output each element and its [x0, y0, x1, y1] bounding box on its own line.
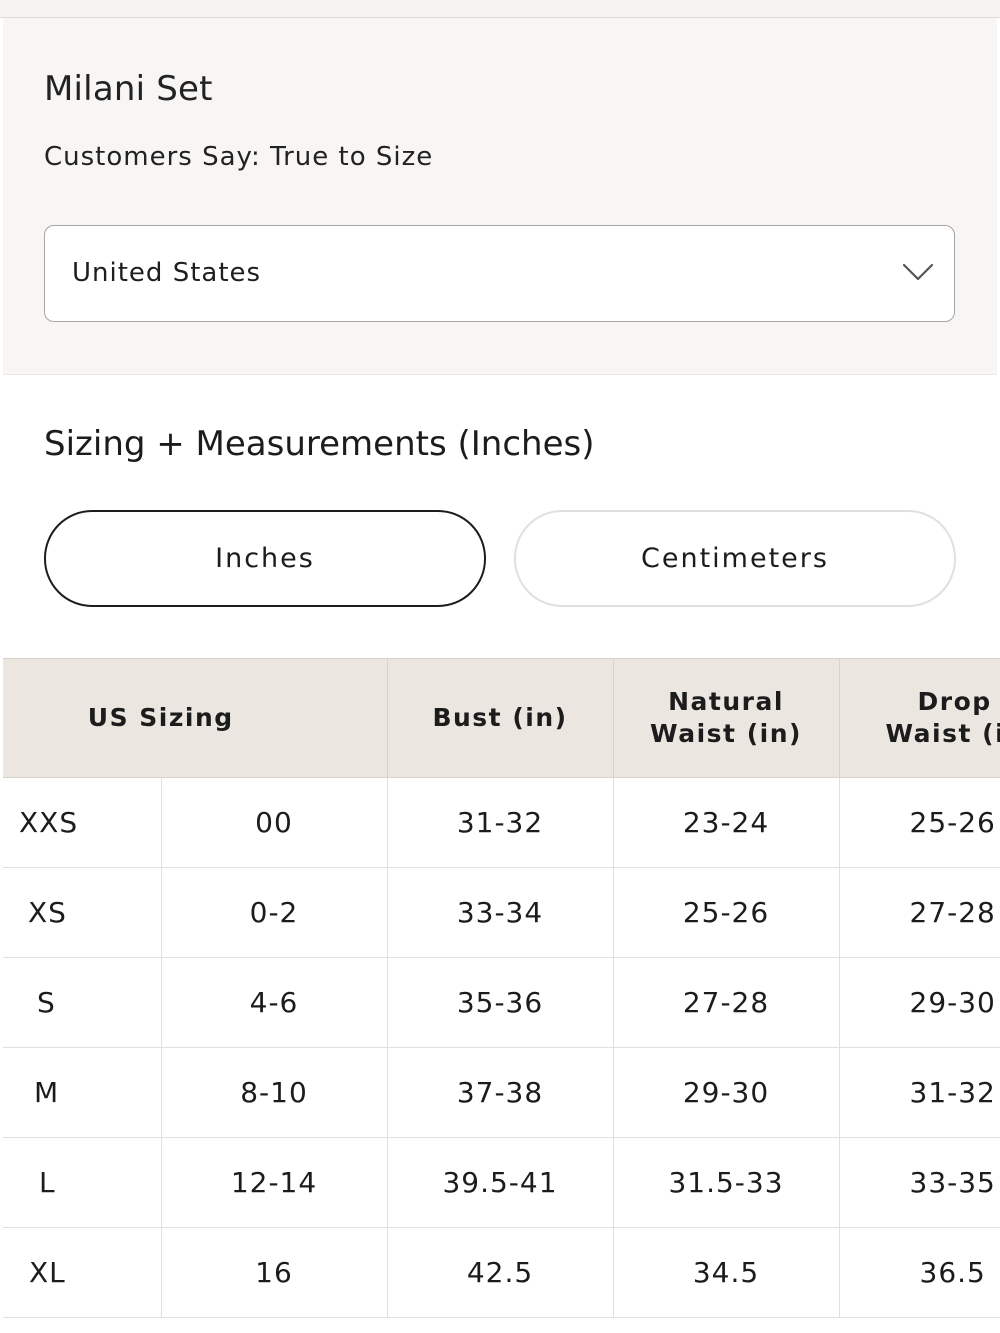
size-number-cell: 16 [161, 1227, 388, 1318]
size-number-cell: 4-6 [161, 957, 388, 1048]
header-drop-waist-line2: Waist (in [885, 719, 1000, 748]
bust-cell: 37-38 [387, 1047, 614, 1138]
header-drop-waist: Drop Waist (in [839, 658, 1000, 778]
size-number-cell: 0-2 [161, 867, 388, 958]
centimeters-toggle-button[interactable]: Centimeters [514, 510, 956, 607]
table-row: S 4-6 35-36 27-28 29-30 [3, 957, 1000, 1048]
inches-toggle-button[interactable]: Inches [44, 510, 486, 607]
product-header: Milani Set Customers Say: True to Size U… [3, 18, 997, 375]
product-title: Milani Set [44, 69, 213, 109]
table-row: M 8-10 37-38 29-30 31-32 [3, 1047, 1000, 1138]
natural-waist-cell: 25-26 [613, 867, 840, 958]
natural-waist-cell: 34.5 [613, 1227, 840, 1318]
table-row: XS 0-2 33-34 25-26 27-28 [3, 867, 1000, 958]
size-number-cell: 12-14 [161, 1137, 388, 1228]
table-row: XL 16 42.5 34.5 36.5 [3, 1227, 1000, 1318]
size-number-cell: 8-10 [161, 1047, 388, 1138]
header-natural-waist-line2: Waist (in) [650, 719, 802, 748]
natural-waist-cell: 27-28 [613, 957, 840, 1048]
size-letter-cell: XS [3, 867, 162, 958]
size-guide-page: Milani Set Customers Say: True to Size U… [0, 0, 1000, 1333]
header-drop-waist-line1: Drop [917, 687, 992, 716]
header-us-sizing: US Sizing [3, 658, 388, 778]
size-letter-cell: XXS [3, 777, 162, 868]
drop-waist-cell: 29-30 [839, 957, 1000, 1048]
size-letter-cell: M [3, 1047, 162, 1138]
natural-waist-cell: 23-24 [613, 777, 840, 868]
header-natural-waist: Natural Waist (in) [613, 658, 840, 778]
size-number-cell: 00 [161, 777, 388, 868]
bust-cell: 42.5 [387, 1227, 614, 1318]
drop-waist-cell: 31-32 [839, 1047, 1000, 1138]
header-bust: Bust (in) [387, 658, 614, 778]
bust-cell: 35-36 [387, 957, 614, 1048]
country-select[interactable]: United States [44, 225, 955, 322]
country-select-value: United States [72, 258, 262, 288]
sizing-heading: Sizing + Measurements (Inches) [44, 424, 595, 464]
bust-cell: 31-32 [387, 777, 614, 868]
chevron-down-icon [902, 263, 934, 281]
table-row: L 12-14 39.5-41 31.5-33 33-35 [3, 1137, 1000, 1228]
bust-cell: 33-34 [387, 867, 614, 958]
bust-cell: 39.5-41 [387, 1137, 614, 1228]
size-letter-cell: L [3, 1137, 162, 1228]
top-strip [0, 0, 1000, 18]
drop-waist-cell: 25-26 [839, 777, 1000, 868]
drop-waist-cell: 33-35 [839, 1137, 1000, 1228]
drop-waist-cell: 36.5 [839, 1227, 1000, 1318]
drop-waist-cell: 27-28 [839, 867, 1000, 958]
size-letter-cell: S [3, 957, 162, 1048]
table-row: XXS 00 31-32 23-24 25-26 [3, 777, 1000, 868]
fit-note: Customers Say: True to Size [44, 142, 434, 172]
table-header-row: US Sizing Bust (in) Natural Waist (in) D… [3, 658, 1000, 778]
size-chart-table: US Sizing Bust (in) Natural Waist (in) D… [3, 658, 1000, 1318]
natural-waist-cell: 31.5-33 [613, 1137, 840, 1228]
header-natural-waist-line1: Natural [668, 687, 784, 716]
natural-waist-cell: 29-30 [613, 1047, 840, 1138]
size-letter-cell: XL [3, 1227, 162, 1318]
